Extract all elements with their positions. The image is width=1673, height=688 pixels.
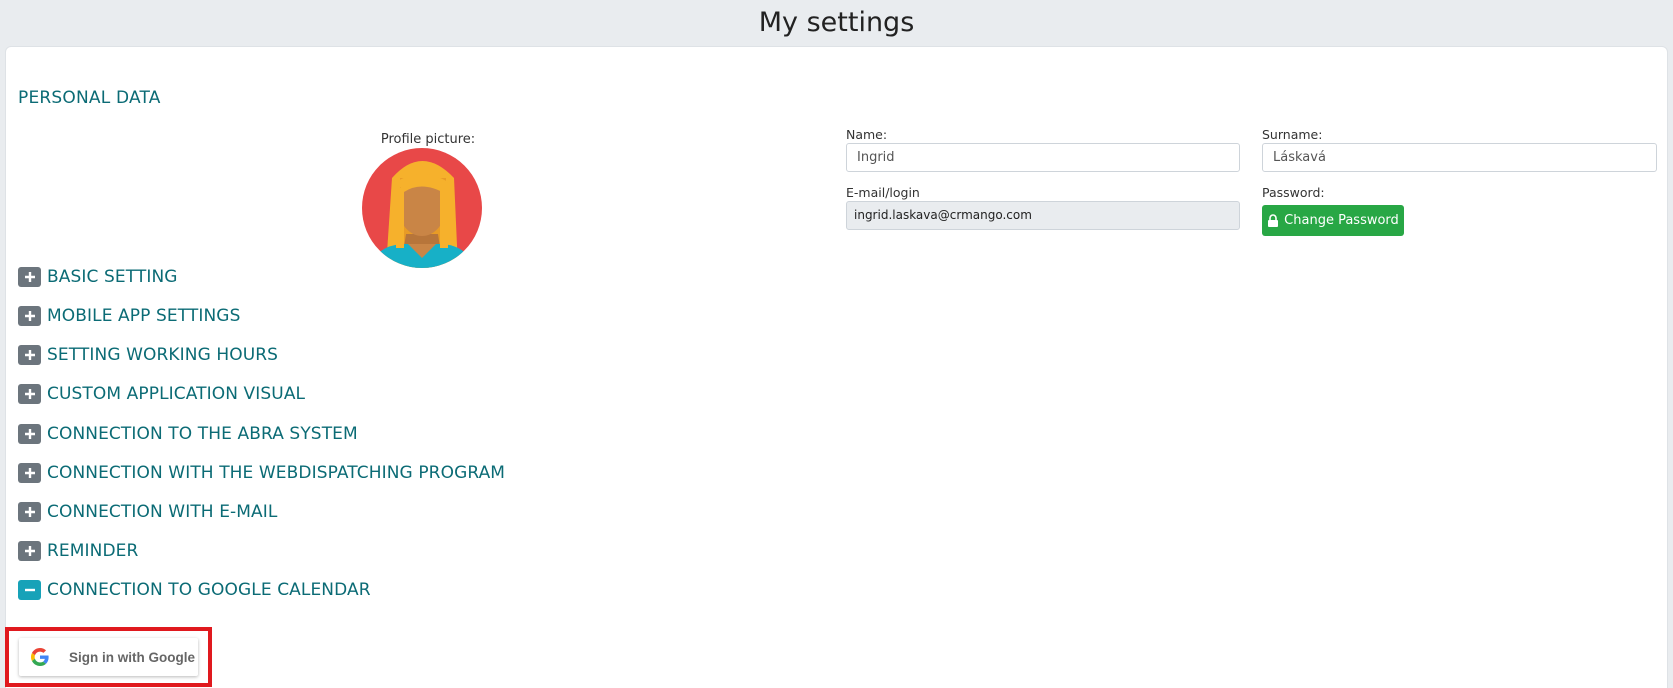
page-title: My settings — [758, 7, 915, 38]
sign-in-with-google-label: Sign in with Google — [69, 649, 195, 665]
expand-toggle[interactable] — [18, 267, 41, 287]
accordion-label: CONNECTION WITH THE WEBDISPATCHING PROGR… — [47, 463, 506, 483]
plus-icon — [24, 389, 35, 399]
avatar[interactable] — [362, 148, 482, 268]
accordion-connection-abra[interactable]: CONNECTION TO THE ABRA SYSTEM — [18, 422, 358, 446]
expand-toggle[interactable] — [18, 345, 41, 365]
accordion-setting-working-hours[interactable]: SETTING WORKING HOURS — [18, 343, 278, 367]
page-edge — [1668, 46, 1673, 688]
accordion-label: CONNECTION WITH E-MAIL — [47, 502, 278, 522]
sign-in-with-google-button[interactable]: Sign in with Google — [19, 638, 198, 676]
surname-input[interactable]: Láskavá — [1262, 143, 1657, 172]
expand-toggle[interactable] — [18, 306, 41, 326]
email-field[interactable]: ingrid.laskava@crmango.com — [846, 201, 1240, 230]
plus-icon — [24, 311, 35, 321]
accordion-connection-email[interactable]: CONNECTION WITH E-MAIL — [18, 500, 277, 524]
accordion-mobile-app-settings[interactable]: MOBILE APP SETTINGS — [18, 304, 240, 328]
accordion-custom-application-visual[interactable]: CUSTOM APPLICATION VISUAL — [18, 382, 305, 406]
accordion-connection-webdispatching[interactable]: CONNECTION WITH THE WEBDISPATCHING PROGR… — [18, 461, 505, 485]
expand-toggle[interactable] — [18, 463, 41, 483]
avatar-icon — [362, 148, 482, 268]
accordion-label: CONNECTION TO THE ABRA SYSTEM — [47, 424, 358, 444]
plus-icon — [24, 272, 35, 282]
surname-label: Surname: — [1262, 127, 1323, 142]
accordion-basic-setting[interactable]: BASIC SETTING — [18, 265, 178, 289]
accordion-reminder[interactable]: REMINDER — [18, 539, 138, 563]
expand-toggle[interactable] — [18, 502, 41, 522]
personal-data-title: PERSONAL DATA — [18, 88, 161, 108]
plus-icon — [24, 350, 35, 360]
minus-icon — [24, 588, 35, 592]
plus-icon — [24, 468, 35, 478]
plus-icon — [24, 429, 35, 439]
expand-toggle[interactable] — [18, 424, 41, 444]
collapse-toggle[interactable] — [18, 580, 41, 600]
password-label: Password: — [1262, 185, 1325, 200]
expand-toggle[interactable] — [18, 384, 41, 404]
accordion-label: MOBILE APP SETTINGS — [47, 306, 241, 326]
accordion-label: BASIC SETTING — [47, 267, 178, 287]
plus-icon — [24, 546, 35, 556]
accordion-label: CUSTOM APPLICATION VISUAL — [47, 384, 306, 404]
accordion-label: SETTING WORKING HOURS — [47, 345, 279, 365]
accordion-label: REMINDER — [47, 541, 139, 561]
settings-card: PERSONAL DATA Profile picture: Name: Ing… — [5, 46, 1668, 688]
change-password-button[interactable]: Change Password — [1262, 205, 1404, 236]
name-label: Name: — [846, 127, 888, 142]
accordion-label: CONNECTION TO GOOGLE CALENDAR — [47, 580, 371, 600]
lock-icon — [1268, 214, 1279, 227]
email-label: E-mail/login — [846, 185, 920, 200]
google-g-icon — [31, 648, 49, 666]
expand-toggle[interactable] — [18, 541, 41, 561]
page-header: My settings — [0, 0, 1673, 46]
profile-picture-label: Profile picture: — [380, 132, 476, 147]
accordion-connection-google-calendar[interactable]: CONNECTION TO GOOGLE CALENDAR — [18, 578, 371, 602]
plus-icon — [24, 507, 35, 517]
change-password-label: Change Password — [1284, 213, 1399, 228]
name-input[interactable]: Ingrid — [846, 143, 1240, 172]
